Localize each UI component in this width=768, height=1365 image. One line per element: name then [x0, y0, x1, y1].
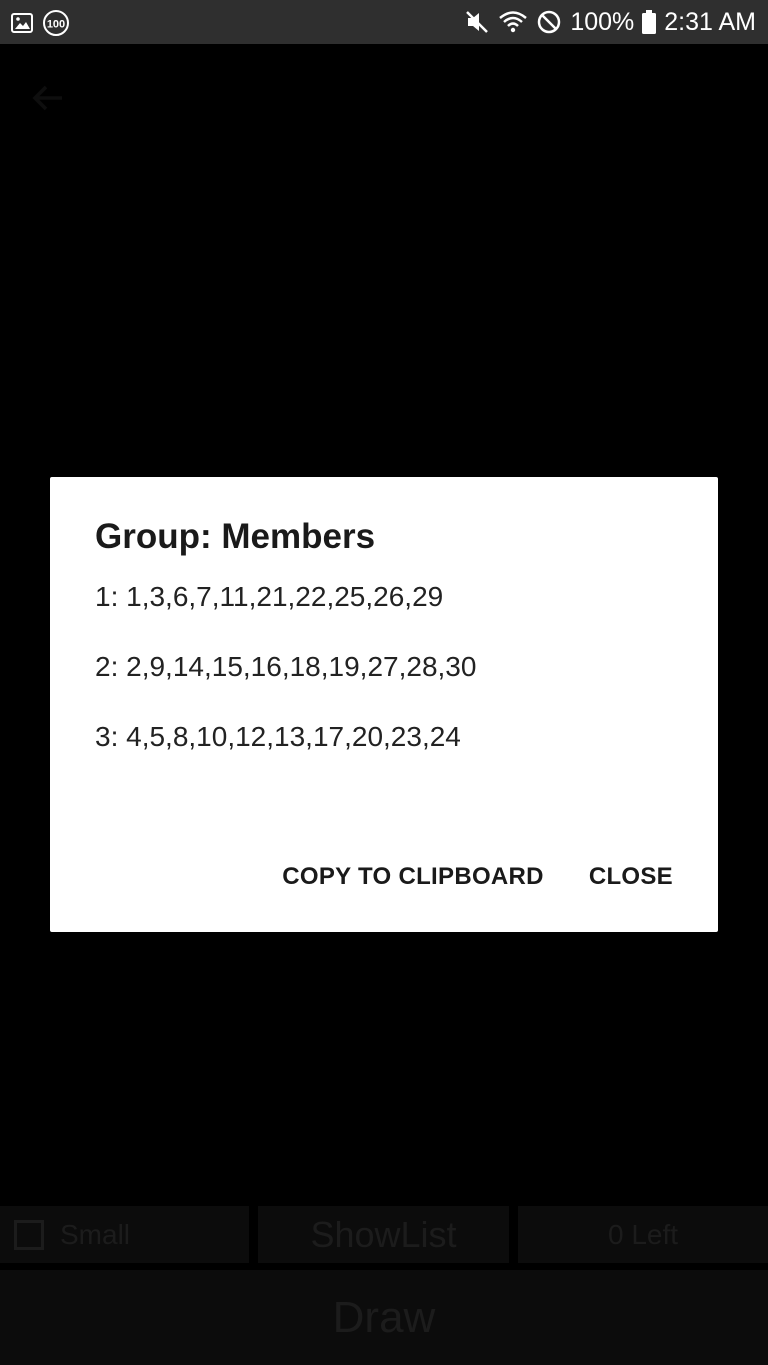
small-label: Small [60, 1218, 131, 1250]
status-left-icons: 100 [10, 9, 70, 37]
svg-text:100: 100 [47, 19, 65, 31]
battery-icon [642, 10, 657, 34]
clock: 2:31 AM [664, 7, 756, 36]
group-line-3: 3: 4,5,8,10,12,13,17,20,23,24 [95, 721, 461, 752]
option-row: Small ShowList 0 Left [0, 1206, 768, 1263]
showlist-button[interactable]: ShowList [258, 1206, 509, 1263]
mute-icon [464, 9, 490, 35]
group-line-2: 2: 2,9,14,15,16,18,19,27,28,30 [95, 651, 477, 682]
status-right-icons: 100% 2:31 AM [464, 0, 756, 44]
copy-to-clipboard-button[interactable]: COPY TO CLIPBOARD [282, 863, 544, 891]
wifi-icon [498, 9, 528, 35]
group-line-1: 1: 1,3,6,7,11,21,22,25,26,29 [95, 581, 444, 612]
battery-percent: 100% [570, 7, 635, 36]
draw-button[interactable]: Draw [0, 1270, 768, 1365]
hundred-icon: 100 [42, 9, 70, 37]
remaining-count: 0 Left [518, 1206, 768, 1263]
small-toggle[interactable]: Small [0, 1206, 249, 1263]
status-bar: 100 100% 2:31 AM [0, 0, 768, 44]
close-button[interactable]: CLOSE [589, 863, 673, 891]
dialog-title: Group: Members [95, 517, 376, 556]
small-checkbox[interactable] [14, 1219, 44, 1250]
members-dialog: Group: Members 1: 1,3,6,7,11,21,22,25,26… [50, 477, 718, 932]
do-not-disturb-icon [536, 9, 562, 35]
image-icon [10, 11, 34, 35]
back-arrow-icon[interactable] [28, 78, 68, 118]
dialog-actions: COPY TO CLIPBOARD CLOSE [282, 863, 673, 891]
